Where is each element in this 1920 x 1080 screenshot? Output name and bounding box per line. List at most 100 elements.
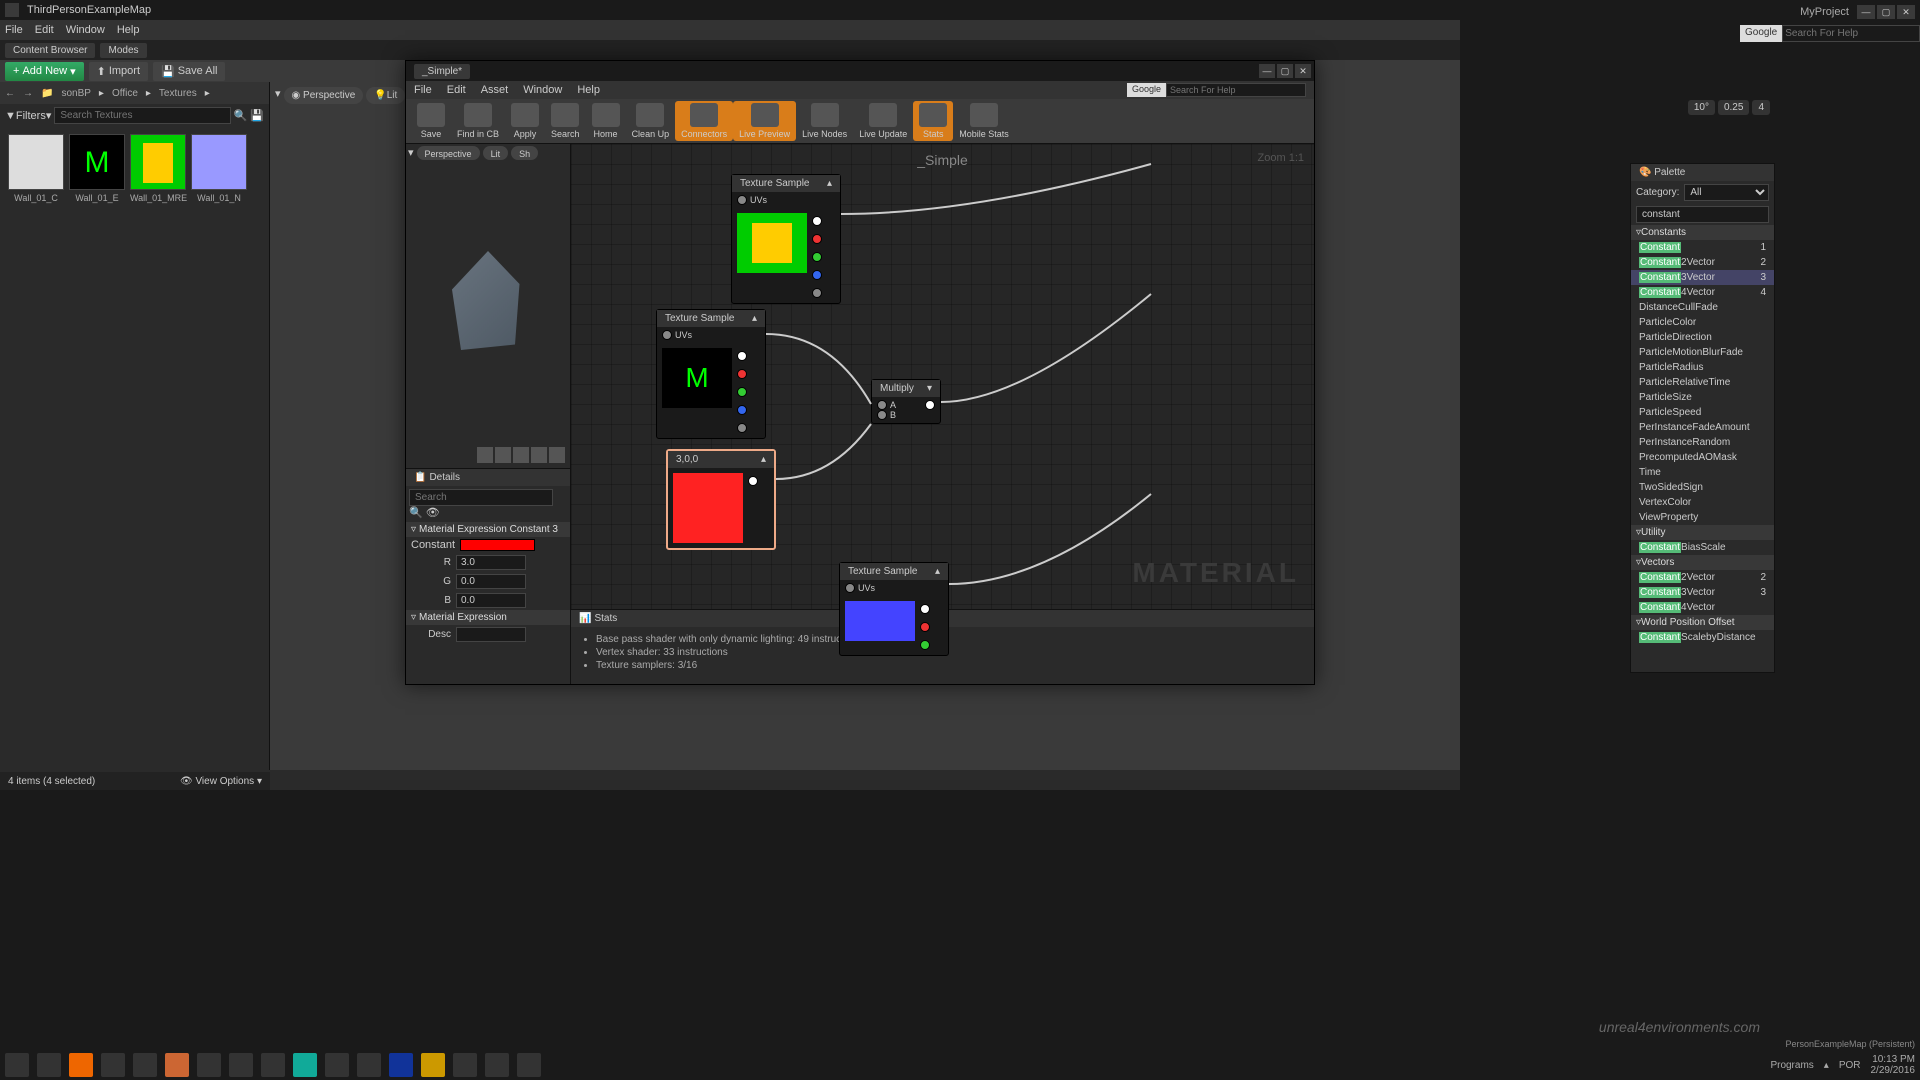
color-swatch[interactable] bbox=[460, 539, 535, 551]
palette-item[interactable]: ParticleRadius bbox=[1631, 360, 1774, 375]
add-new-button[interactable]: + Add New ▾ bbox=[5, 62, 84, 81]
palette-item[interactable]: PrecomputedAOMask bbox=[1631, 450, 1774, 465]
palette-item[interactable]: PerInstanceFadeAmount bbox=[1631, 420, 1774, 435]
close-icon[interactable]: ✕ bbox=[1897, 5, 1915, 19]
shape-plane-icon[interactable] bbox=[513, 447, 529, 463]
collapse-icon[interactable]: ▴ bbox=[935, 566, 940, 577]
mat-menu-window[interactable]: Window bbox=[523, 84, 562, 96]
save-all-button[interactable]: 💾 Save All bbox=[153, 62, 225, 81]
palette-item[interactable]: ParticleMotionBlurFade bbox=[1631, 345, 1774, 360]
preview-show[interactable]: Sh bbox=[511, 146, 538, 160]
mat-minimize-icon[interactable]: — bbox=[1259, 64, 1275, 78]
lit-button[interactable]: 💡Lit bbox=[366, 87, 405, 104]
spotify-icon[interactable] bbox=[293, 1053, 317, 1077]
mat-menu-file[interactable]: File bbox=[414, 84, 432, 96]
menu-window[interactable]: Window bbox=[66, 24, 105, 36]
section-expression[interactable]: ▿ Material Expression bbox=[406, 610, 570, 625]
mat-tab[interactable]: _Simple* bbox=[414, 64, 470, 79]
toolbar-apply-button[interactable]: Apply bbox=[505, 101, 545, 141]
chrome-icon[interactable] bbox=[101, 1053, 125, 1077]
app-icon[interactable] bbox=[261, 1053, 285, 1077]
shape-custom-icon[interactable] bbox=[549, 447, 565, 463]
preview-lit[interactable]: Lit bbox=[483, 146, 509, 160]
asset-thumb[interactable]: Wall_01_N bbox=[191, 134, 247, 203]
palette-item[interactable]: VertexColor bbox=[1631, 495, 1774, 510]
node-texture-sample-2[interactable]: Texture Sample▴ UVs M bbox=[656, 309, 766, 439]
b-input[interactable] bbox=[456, 593, 526, 608]
desc-input[interactable] bbox=[456, 627, 526, 642]
mat-menu-edit[interactable]: Edit bbox=[447, 84, 466, 96]
menu-help[interactable]: Help bbox=[117, 24, 140, 36]
node-texture-sample-3[interactable]: Texture Sample▴ UVs bbox=[839, 562, 949, 656]
g-input[interactable] bbox=[456, 574, 526, 589]
google-button[interactable]: Google bbox=[1740, 25, 1782, 42]
palette-item[interactable]: Constant4Vector4 bbox=[1631, 285, 1774, 300]
collapse-icon[interactable]: ▴ bbox=[827, 178, 832, 189]
collapse-icon[interactable]: ▴ bbox=[761, 454, 766, 465]
toolbar-clean-up-button[interactable]: Clean Up bbox=[626, 101, 676, 141]
preview-perspective[interactable]: Perspective bbox=[417, 146, 480, 160]
material-preview[interactable]: ▾ Perspective Lit Sh bbox=[406, 144, 570, 469]
maximize-icon[interactable]: ▢ bbox=[1877, 5, 1895, 19]
camera-speed[interactable]: 4 bbox=[1752, 100, 1770, 115]
help-search-input[interactable] bbox=[1782, 25, 1920, 42]
palette-item[interactable]: ViewProperty bbox=[1631, 510, 1774, 525]
filter-button[interactable]: ▼Filters▾ bbox=[5, 109, 51, 122]
mat-menu-help[interactable]: Help bbox=[577, 84, 600, 96]
import-button[interactable]: ⬆ Import bbox=[89, 62, 148, 81]
toolbar-live-preview-button[interactable]: Live Preview bbox=[733, 101, 796, 141]
node-multiply[interactable]: Multiply▾ A B bbox=[871, 379, 941, 424]
app-icon[interactable] bbox=[453, 1053, 477, 1077]
collapse-icon[interactable]: ▾ bbox=[927, 383, 932, 394]
toolbar-connectors-button[interactable]: Connectors bbox=[675, 101, 733, 141]
toolbar-home-button[interactable]: Home bbox=[586, 101, 626, 141]
palette-header[interactable]: 🎨 Palette bbox=[1631, 164, 1774, 181]
asset-thumb[interactable]: MWall_01_E bbox=[69, 134, 125, 203]
palette-section[interactable]: ▿World Position Offset bbox=[1631, 615, 1774, 630]
details-search-input[interactable] bbox=[409, 489, 553, 506]
taskview-icon[interactable] bbox=[37, 1053, 61, 1077]
scale-snap[interactable]: 0.25 bbox=[1718, 100, 1749, 115]
crumb-2[interactable]: Office bbox=[112, 88, 138, 99]
programs-label[interactable]: Programs bbox=[1770, 1060, 1813, 1071]
toolbar-live-nodes-button[interactable]: Live Nodes bbox=[796, 101, 853, 141]
clock-time[interactable]: 10:13 PM bbox=[1871, 1054, 1916, 1065]
search-input[interactable] bbox=[54, 107, 230, 124]
viewport-menu-icon[interactable]: ▾ bbox=[275, 87, 281, 104]
toolbar-live-update-button[interactable]: Live Update bbox=[853, 101, 913, 141]
palette-item[interactable]: ParticleSize bbox=[1631, 390, 1774, 405]
node-texture-sample-1[interactable]: Texture Sample▴ UVs bbox=[731, 174, 841, 304]
palette-item[interactable]: PerInstanceRandom bbox=[1631, 435, 1774, 450]
photoshop-icon[interactable] bbox=[389, 1053, 413, 1077]
minimize-icon[interactable]: — bbox=[1857, 5, 1875, 19]
crumb-1[interactable]: sonBP bbox=[61, 88, 90, 99]
palette-item[interactable]: ConstantBiasScale bbox=[1631, 540, 1774, 555]
view-options-button[interactable]: 👁 View Options ▾ bbox=[180, 776, 262, 787]
constant-label[interactable]: Constant bbox=[411, 539, 455, 551]
preview-menu-icon[interactable]: ▾ bbox=[408, 146, 414, 160]
details-header[interactable]: 📋 Details bbox=[406, 469, 570, 486]
palette-item[interactable]: Constant4Vector bbox=[1631, 600, 1774, 615]
app-icon[interactable] bbox=[197, 1053, 221, 1077]
tray-icon[interactable]: ▴ bbox=[1824, 1060, 1829, 1071]
firefox-icon[interactable] bbox=[69, 1053, 93, 1077]
node-constant3vector[interactable]: 3,0,0▴ bbox=[666, 449, 776, 550]
toolbar-mobile-stats-button[interactable]: Mobile Stats bbox=[953, 101, 1015, 141]
epic-icon[interactable] bbox=[133, 1053, 157, 1077]
lang-indicator[interactable]: POR bbox=[1839, 1060, 1861, 1071]
crumb-3[interactable]: Textures bbox=[159, 88, 197, 99]
mat-help-search[interactable] bbox=[1166, 83, 1306, 97]
tab-content-browser[interactable]: Content Browser bbox=[5, 43, 95, 58]
save-filter-icon[interactable]: 💾 bbox=[250, 109, 264, 122]
palette-item[interactable]: ParticleSpeed bbox=[1631, 405, 1774, 420]
app-icon[interactable] bbox=[357, 1053, 381, 1077]
app-icon[interactable] bbox=[165, 1053, 189, 1077]
section-constant3[interactable]: ▿ Material Expression Constant 3 bbox=[406, 522, 570, 537]
palette-item[interactable]: ConstantScalebyDistance bbox=[1631, 630, 1774, 645]
app-icon[interactable] bbox=[485, 1053, 509, 1077]
asset-thumb[interactable]: Wall_01_MRE bbox=[130, 134, 186, 203]
tab-modes[interactable]: Modes bbox=[100, 43, 146, 58]
app-icon[interactable] bbox=[421, 1053, 445, 1077]
asset-thumb[interactable]: Wall_01_C bbox=[8, 134, 64, 203]
app-icon[interactable] bbox=[325, 1053, 349, 1077]
